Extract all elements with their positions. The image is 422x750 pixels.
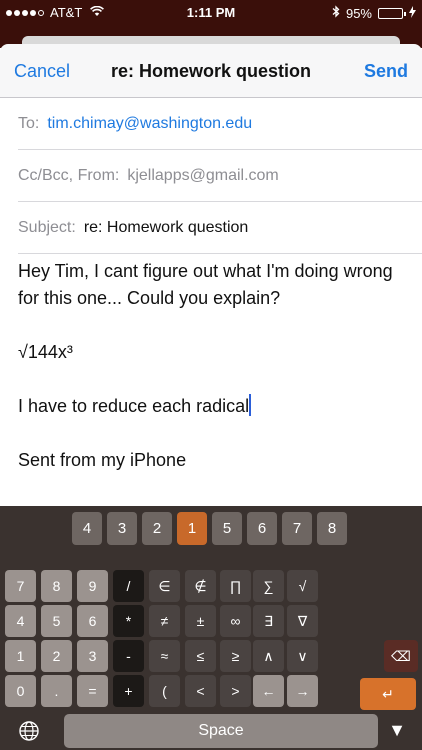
keyboard-key[interactable]: ∏: [220, 570, 251, 602]
keyboard-key[interactable]: /: [113, 570, 144, 602]
subject-field[interactable]: Subject: re: Homework question: [18, 202, 422, 254]
keyboard-key[interactable]: +: [113, 675, 144, 707]
root-index-key[interactable]: 6: [247, 512, 277, 545]
keyboard-key[interactable]: *: [113, 605, 144, 637]
bluetooth-icon: [332, 5, 340, 21]
charging-icon: [409, 5, 416, 21]
keyboard-key[interactable]: ∧: [253, 640, 284, 672]
keyboard-key[interactable]: 0: [5, 675, 36, 707]
to-field[interactable]: To: tim.chimay@washington.edu: [18, 98, 422, 150]
keyboard-key[interactable]: √: [287, 570, 318, 602]
status-right: 95%: [332, 5, 416, 21]
keyboard-key[interactable]: -: [113, 640, 144, 672]
cc-bcc-from-label: Cc/Bcc, From:: [18, 166, 120, 184]
keyboard-key[interactable]: 8: [41, 570, 72, 602]
status-bar: AT&T 1:11 PM 95%: [0, 0, 422, 26]
signature: Sent from my iPhone: [18, 450, 187, 470]
root-index-key[interactable]: 3: [107, 512, 137, 545]
keyboard-key[interactable]: ←: [253, 675, 284, 707]
keyboard-key[interactable]: 7: [5, 570, 36, 602]
cc-bcc-from-field[interactable]: Cc/Bcc, From: kjellapps@gmail.com: [18, 150, 422, 202]
keyboard-key[interactable]: ∇: [287, 605, 318, 637]
backspace-key[interactable]: ⌫: [384, 640, 418, 672]
keyboard-key[interactable]: ∞: [220, 605, 251, 637]
keyboard-key[interactable]: 2: [41, 640, 72, 672]
keyboard-key[interactable]: ≠: [149, 605, 180, 637]
root-index-key[interactable]: 4: [72, 512, 102, 545]
keyboard-key[interactable]: ±: [185, 605, 216, 637]
keyboard-key[interactable]: <: [185, 675, 216, 707]
battery-percent: 95%: [345, 5, 372, 21]
from-address[interactable]: kjellapps@gmail.com: [127, 167, 278, 185]
keyboard-key[interactable]: ∨: [287, 640, 318, 672]
keyboard-key[interactable]: ≤: [185, 640, 216, 672]
keyboard-key[interactable]: 1: [5, 640, 36, 672]
battery-icon: [378, 7, 406, 19]
keyboard-key[interactable]: (: [149, 675, 180, 707]
keyboard-key[interactable]: ∃: [253, 605, 284, 637]
keyboard-key[interactable]: 5: [41, 605, 72, 637]
enter-key[interactable]: ↵: [360, 678, 416, 710]
keyboard-key[interactable]: =: [77, 675, 108, 707]
to-label: To:: [18, 114, 40, 132]
keyboard-key[interactable]: ≈: [149, 640, 180, 672]
keyboard-bottom-bar: Space ▼: [0, 710, 422, 750]
keyboard-key[interactable]: 4: [5, 605, 36, 637]
send-button[interactable]: Send: [364, 61, 408, 82]
body-line: Hey Tim, I cant figure out what I'm doin…: [18, 261, 393, 308]
keyboard-key[interactable]: ∑: [253, 570, 284, 602]
compose-navbar: Cancel re: Homework question Send: [0, 44, 422, 98]
root-index-key[interactable]: 2: [142, 512, 172, 545]
hide-keyboard-icon[interactable]: ▼: [388, 720, 406, 741]
space-key[interactable]: Space: [64, 714, 378, 748]
keyboard-key[interactable]: ∈: [149, 570, 180, 602]
globe-icon[interactable]: [18, 720, 40, 742]
keyboard-key[interactable]: 6: [77, 605, 108, 637]
keyboard-key[interactable]: .: [41, 675, 72, 707]
keyboard-key[interactable]: 9: [77, 570, 108, 602]
root-index-key[interactable]: 8: [317, 512, 347, 545]
keyboard-key[interactable]: →: [287, 675, 318, 707]
math-keyboard: 43215678 7 8 9/∈ ∉ ∏ ∑ √ 4 5 6 * ≠ ± ∞ ∃ ∇ 1 2 3- ≈ ≤ ≥ ∧ ∨ 0. = +…: [0, 506, 422, 750]
keyboard-key[interactable]: ≥: [220, 640, 251, 672]
root-index-key[interactable]: 1: [177, 512, 207, 545]
text-cursor: [249, 394, 252, 416]
keyboard-key[interactable]: 3: [77, 640, 108, 672]
body-line-text: I have to reduce each radical: [18, 396, 250, 416]
root-index-key[interactable]: 7: [282, 512, 312, 545]
subject-input[interactable]: re: Homework question: [84, 219, 249, 237]
to-recipient[interactable]: tim.chimay@washington.edu: [47, 115, 252, 133]
compose-title: re: Homework question: [110, 61, 312, 81]
keyboard-key[interactable]: >: [220, 675, 251, 707]
body-line: I have to reduce each radical: [18, 393, 408, 420]
subject-label: Subject:: [18, 218, 76, 236]
message-body[interactable]: Hey Tim, I cant figure out what I'm doin…: [18, 258, 408, 501]
root-index-key[interactable]: 5: [212, 512, 242, 545]
keyboard-key[interactable]: ∉: [185, 570, 216, 602]
root-selector-row: 43215678: [0, 512, 422, 548]
body-line: √144x³: [18, 342, 73, 362]
